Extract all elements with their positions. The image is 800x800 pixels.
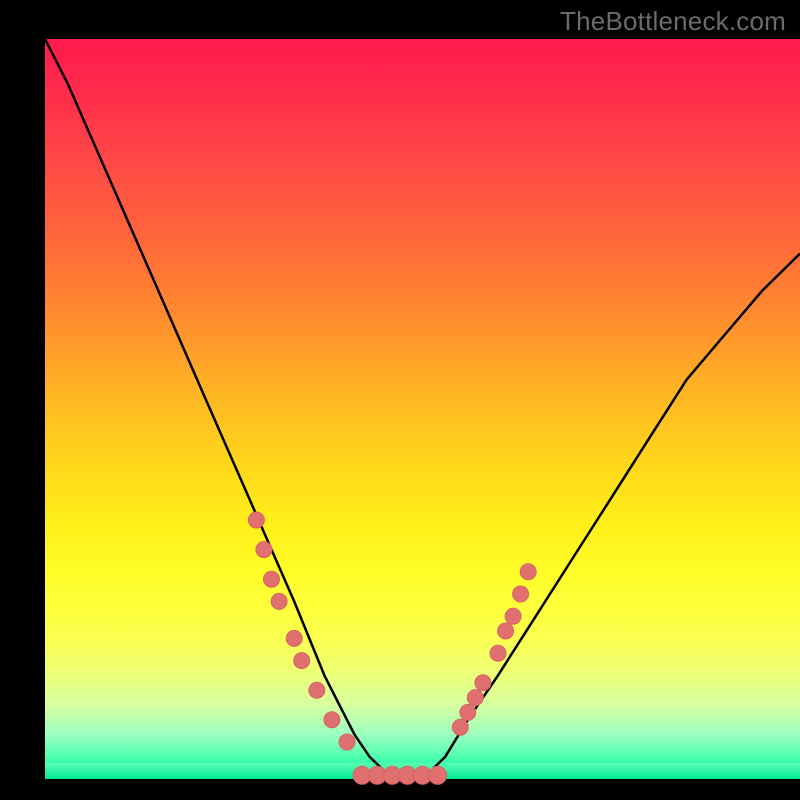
data-marker <box>264 571 280 587</box>
chart-container <box>0 0 800 800</box>
data-marker <box>475 675 491 691</box>
data-marker <box>452 719 468 735</box>
data-marker <box>286 630 302 646</box>
data-marker <box>490 645 506 661</box>
data-marker <box>498 623 514 639</box>
curve-line <box>45 39 800 779</box>
data-marker <box>429 766 447 784</box>
data-marker <box>324 712 340 728</box>
data-marker <box>467 690 483 706</box>
watermark-text: TheBottleneck.com <box>560 6 786 37</box>
data-marker <box>505 608 521 624</box>
data-marker <box>520 564 536 580</box>
data-marker <box>256 542 272 558</box>
bottleneck-curve-svg <box>45 39 800 779</box>
chart-plot-area <box>45 39 800 779</box>
data-marker <box>460 704 476 720</box>
data-marker <box>339 734 355 750</box>
data-marker <box>513 586 529 602</box>
data-marker <box>309 682 325 698</box>
data-marker <box>294 653 310 669</box>
data-marker <box>248 512 264 528</box>
data-marker <box>271 593 287 609</box>
